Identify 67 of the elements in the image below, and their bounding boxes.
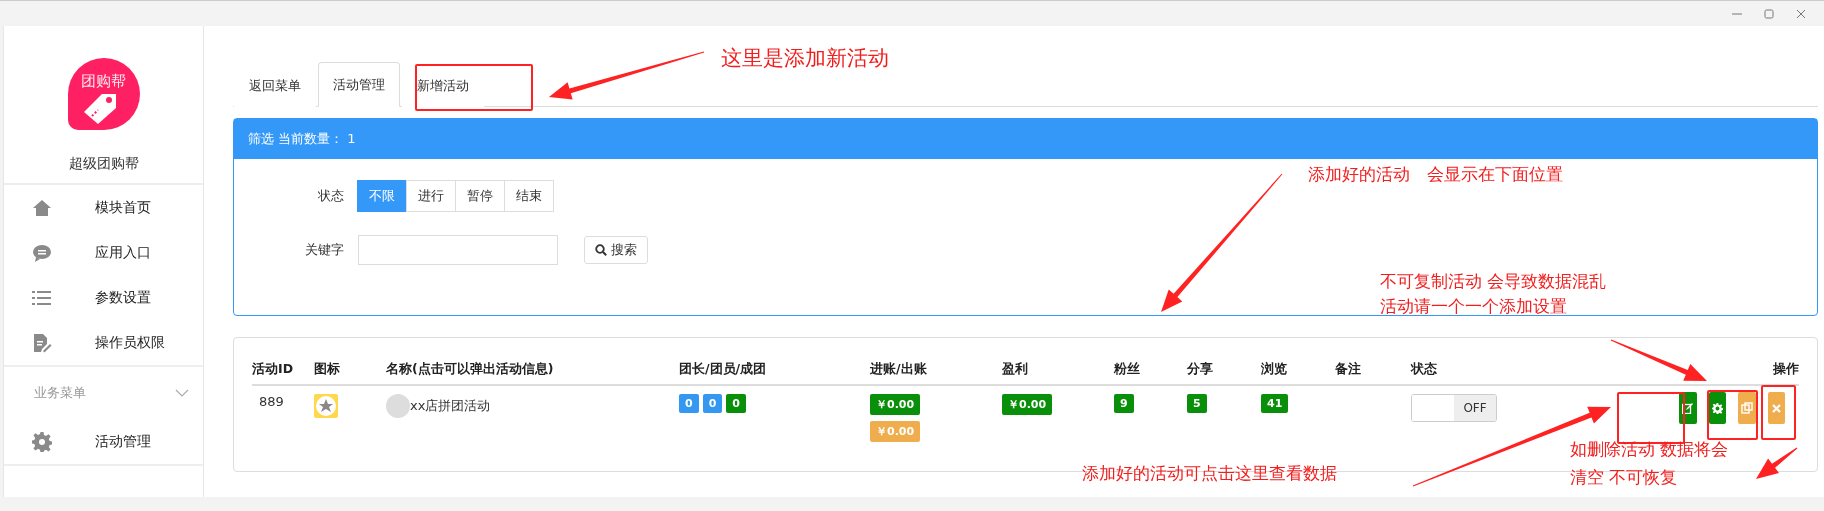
chevron-icon <box>175 389 189 397</box>
field-label: 关键字 <box>304 241 345 259</box>
maximize-icon[interactable] <box>1764 8 1774 19</box>
keyword-field[interactable] <box>358 235 558 265</box>
column-header: 分享 <box>1187 360 1213 376</box>
document-edit-icon <box>32 332 52 353</box>
count-badge: 0 <box>702 394 723 413</box>
gear-icon <box>1711 402 1723 414</box>
status-filter-button[interactable]: 结束 <box>504 180 554 212</box>
copy-icon <box>1740 402 1753 414</box>
list-icon <box>32 288 52 307</box>
status-filter-button[interactable]: 进行 <box>406 180 456 212</box>
amount-badge: ￥0.00 <box>870 421 921 442</box>
count-badge: 9 <box>1114 394 1134 413</box>
menu-item[interactable]: 参数设置 <box>4 275 203 320</box>
status-filter-button[interactable]: 暂停 <box>455 180 505 212</box>
column-header: 浏览 <box>1261 360 1287 376</box>
annotation-text: 如删除活动 数据将会 <box>1570 438 1729 461</box>
column-header: 活动ID <box>252 360 294 376</box>
app-logo: 团购帮 <box>67 58 140 130</box>
home-icon <box>32 198 52 217</box>
column-header: 团长/团员/成团 <box>679 360 767 376</box>
amount-badge: ￥0.00 <box>870 394 921 415</box>
count-badge: 41 <box>1261 394 1289 413</box>
tab[interactable]: 活动管理 <box>318 62 400 107</box>
menu-item[interactable]: 模块首页 <box>4 185 203 230</box>
close-icon[interactable] <box>1796 8 1806 19</box>
annotation-text: 添加好的活动 会显示在下面位置 <box>1308 163 1563 186</box>
status-toggle[interactable]: OFF <box>1411 394 1497 422</box>
star-icon <box>314 394 338 418</box>
annotation-text: 清空 不可恢复 <box>1570 466 1678 489</box>
count-badge: 0 <box>726 394 746 413</box>
annotation-text: 添加好的活动可点击这里查看数据 <box>1082 462 1337 485</box>
column-header: 粉丝 <box>1114 360 1140 376</box>
arrow <box>1756 447 1798 479</box>
annotation-text: 活动请一个一个添加设置 <box>1380 295 1567 318</box>
menu-item[interactable]: 活动管理 <box>4 419 203 464</box>
column-header: 操作 <box>1773 360 1799 376</box>
app-name: 超级团购帮 <box>68 155 139 173</box>
column-header: 图标 <box>314 360 340 376</box>
column-header: 盈利 <box>1002 360 1028 376</box>
count-badge: 5 <box>1187 394 1207 413</box>
panel-title: 筛选 当前数量： 1 <box>234 119 1817 159</box>
gear-icon <box>32 431 52 452</box>
copy-button[interactable] <box>1738 392 1756 424</box>
search-button[interactable]: 搜索 <box>584 236 648 264</box>
highlight-frame <box>1707 390 1758 440</box>
delete-button[interactable] <box>1767 392 1785 424</box>
field-label: 状态 <box>317 187 345 205</box>
search-icon <box>595 244 607 256</box>
activity-name-link[interactable]: xx店拼团活动 <box>410 397 491 415</box>
column-header: 名称(点击可以弹出活动信息) <box>386 360 554 376</box>
annotation-text: 不可复制活动 会导致数据混乱 <box>1380 270 1607 293</box>
edit-icon <box>1682 402 1694 414</box>
amount-badge: ￥0.00 <box>1002 394 1053 415</box>
chat-icon <box>32 243 52 262</box>
column-header: 进账/出账 <box>870 360 927 376</box>
avatar <box>386 394 410 418</box>
menu-item[interactable]: 操作员权限 <box>4 320 203 365</box>
count-badge: 0 <box>679 394 699 413</box>
menu-item[interactable]: 应用入口 <box>4 230 203 275</box>
column-header: 状态 <box>1411 360 1437 376</box>
highlight-frame <box>1761 385 1796 440</box>
close-icon <box>1771 403 1781 413</box>
column-header: 备注 <box>1335 360 1361 376</box>
table-cell: 889 <box>259 394 284 409</box>
annotation-text: 这里是添加新活动 <box>721 45 889 72</box>
